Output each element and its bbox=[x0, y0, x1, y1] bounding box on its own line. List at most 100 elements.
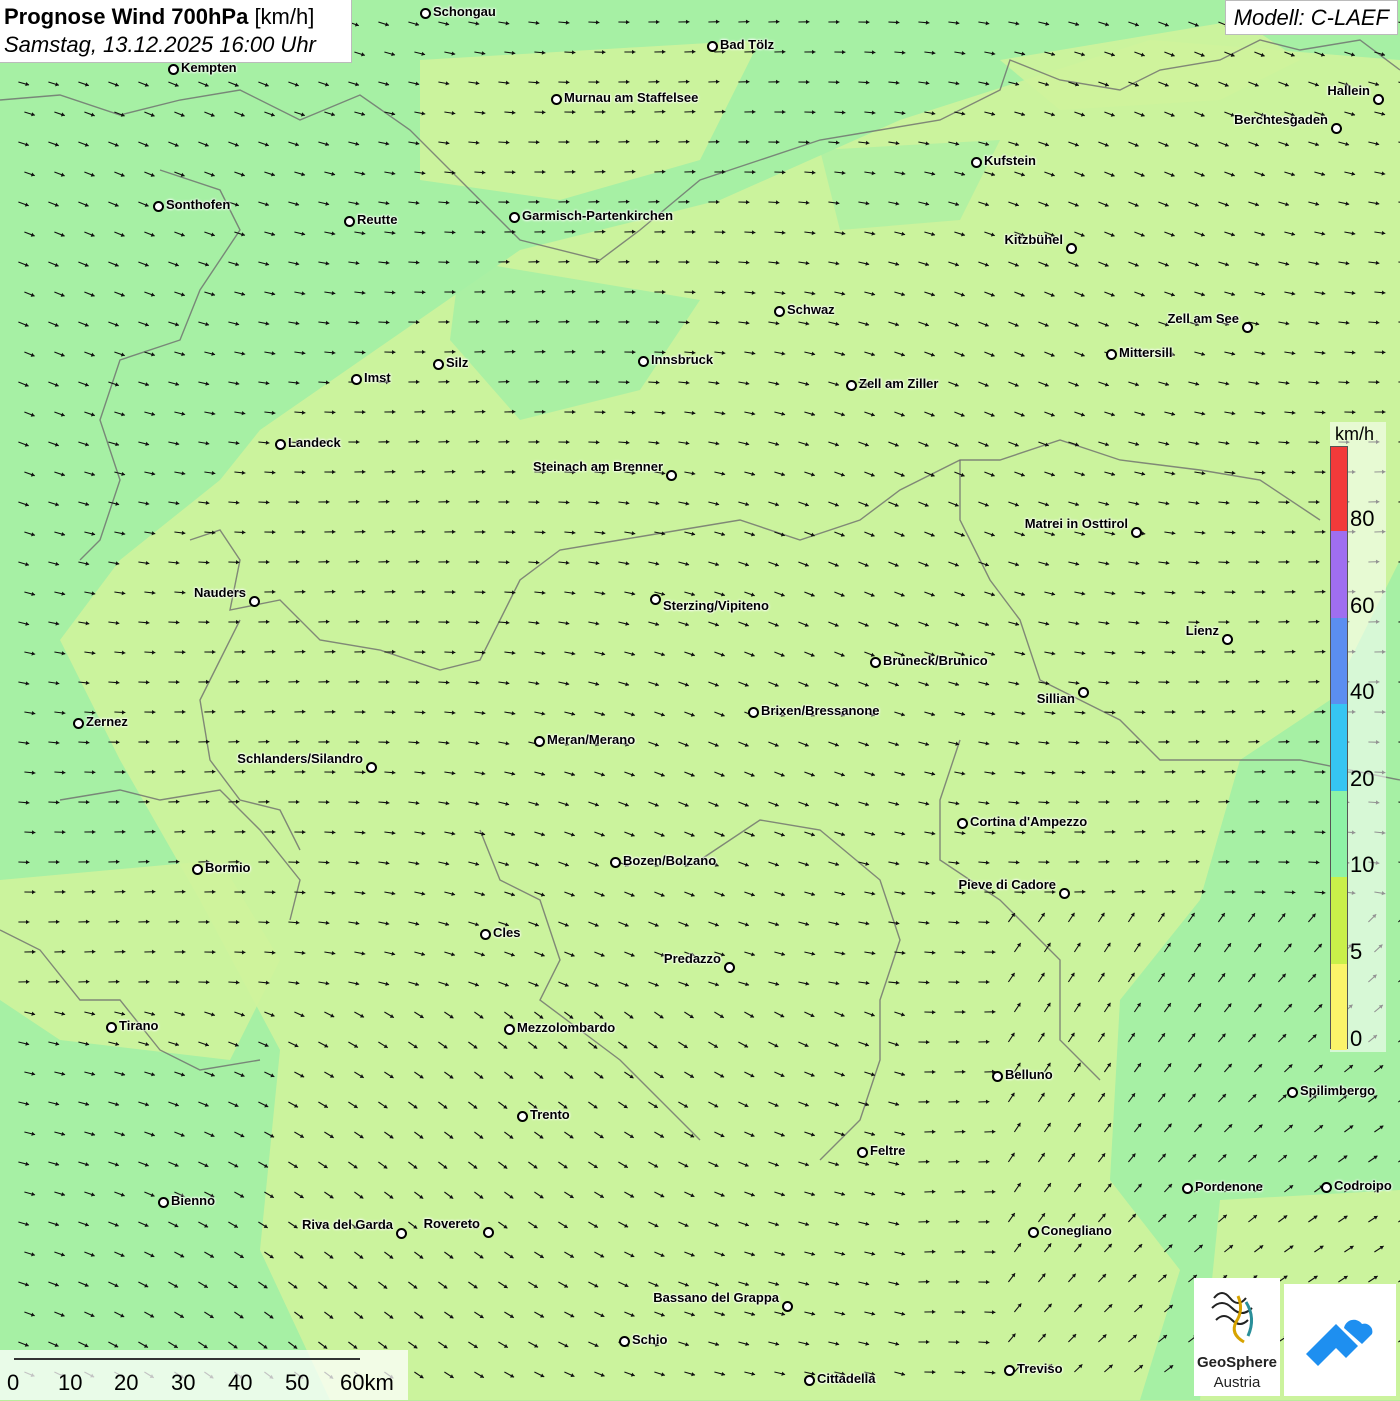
city-marker[interactable] bbox=[249, 596, 260, 607]
city-label: Zernez bbox=[86, 714, 128, 729]
city-label: Landeck bbox=[288, 435, 341, 450]
legend-label: 5 bbox=[1350, 939, 1362, 965]
city-label: Innsbruck bbox=[651, 352, 713, 367]
city-marker[interactable] bbox=[420, 8, 431, 19]
city-label: Schwaz bbox=[787, 302, 835, 317]
city-marker[interactable] bbox=[724, 962, 735, 973]
city-marker[interactable] bbox=[158, 1197, 169, 1208]
city-label: Cles bbox=[493, 925, 520, 940]
city-marker[interactable] bbox=[1131, 527, 1142, 538]
city-marker[interactable] bbox=[1059, 888, 1070, 899]
city-marker[interactable] bbox=[1078, 687, 1089, 698]
city-marker[interactable] bbox=[517, 1111, 528, 1122]
city-label: Schongau bbox=[433, 4, 496, 19]
city-label: Codroipo bbox=[1334, 1178, 1392, 1193]
city-marker[interactable] bbox=[275, 439, 286, 450]
mountain-cloud-icon bbox=[1284, 1284, 1396, 1396]
city-marker[interactable] bbox=[782, 1301, 793, 1312]
city-marker[interactable] bbox=[396, 1228, 407, 1239]
city-marker[interactable] bbox=[483, 1227, 494, 1238]
city-label: Pordenone bbox=[1195, 1179, 1263, 1194]
city-label: Steinach am Brenner bbox=[533, 459, 663, 474]
city-marker[interactable] bbox=[1321, 1182, 1332, 1193]
legend-swatch bbox=[1331, 618, 1347, 705]
city-marker[interactable] bbox=[804, 1375, 815, 1386]
city-label: Schlanders/Silandro bbox=[237, 751, 363, 766]
city-marker[interactable] bbox=[666, 470, 677, 481]
city-marker[interactable] bbox=[619, 1336, 630, 1347]
legend-color-bar bbox=[1330, 446, 1348, 1049]
city-marker[interactable] bbox=[534, 736, 545, 747]
city-marker[interactable] bbox=[551, 94, 562, 105]
legend-unit: km/h bbox=[1335, 424, 1374, 445]
city-label: Feltre bbox=[870, 1143, 905, 1158]
city-marker[interactable] bbox=[610, 857, 621, 868]
legend-label: 0 bbox=[1350, 1026, 1362, 1052]
city-marker[interactable] bbox=[748, 707, 759, 718]
legend-swatch bbox=[1331, 791, 1347, 878]
city-marker[interactable] bbox=[638, 356, 649, 367]
city-label: Pieve di Cadore bbox=[958, 877, 1056, 892]
city-marker[interactable] bbox=[992, 1071, 1003, 1082]
page-title: Prognose Wind 700hPa [km/h] bbox=[4, 3, 347, 31]
city-label: Silz bbox=[446, 355, 468, 370]
city-marker[interactable] bbox=[1222, 634, 1233, 645]
city-marker[interactable] bbox=[106, 1022, 117, 1033]
city-marker[interactable] bbox=[1066, 243, 1077, 254]
city-label: Conegliano bbox=[1041, 1223, 1112, 1238]
city-label: Kufstein bbox=[984, 153, 1036, 168]
city-marker[interactable] bbox=[504, 1024, 515, 1035]
city-marker[interactable] bbox=[971, 157, 982, 168]
city-label: Spilimbergo bbox=[1300, 1083, 1375, 1098]
city-label: Brixen/Bressanone bbox=[761, 703, 880, 718]
city-marker[interactable] bbox=[1182, 1183, 1193, 1194]
city-label: Belluno bbox=[1005, 1067, 1053, 1082]
title-unit: [km/h] bbox=[254, 4, 314, 29]
city-marker[interactable] bbox=[192, 864, 203, 875]
scale-line bbox=[14, 1358, 360, 1360]
city-marker[interactable] bbox=[153, 201, 164, 212]
city-marker[interactable] bbox=[650, 594, 661, 605]
scale-label: 60km bbox=[340, 1370, 394, 1396]
city-marker[interactable] bbox=[957, 818, 968, 829]
geosphere-logo[interactable]: GeoSphere Austria bbox=[1194, 1278, 1280, 1396]
city-marker[interactable] bbox=[1331, 123, 1342, 134]
city-marker[interactable] bbox=[509, 212, 520, 223]
legend-swatch bbox=[1331, 877, 1347, 964]
city-marker[interactable] bbox=[846, 380, 857, 391]
city-label: Bad Tölz bbox=[720, 37, 774, 52]
city-marker[interactable] bbox=[480, 929, 491, 940]
city-marker[interactable] bbox=[1242, 322, 1253, 333]
city-marker[interactable] bbox=[1106, 349, 1117, 360]
legend-swatch bbox=[1331, 447, 1347, 531]
color-legend: km/h 806040201050 bbox=[1330, 422, 1386, 1052]
city-marker[interactable] bbox=[73, 718, 84, 729]
app-logo[interactable] bbox=[1284, 1284, 1396, 1396]
city-label: Mittersill bbox=[1119, 345, 1172, 360]
city-label: Matrei in Osttirol bbox=[1025, 516, 1128, 531]
city-label: Meran/Merano bbox=[547, 732, 635, 747]
model-label: Modell: C-LAEF bbox=[1225, 0, 1398, 35]
city-marker[interactable] bbox=[1287, 1087, 1298, 1098]
legend-label: 40 bbox=[1350, 679, 1374, 705]
city-label: Garmisch-Partenkirchen bbox=[522, 208, 673, 223]
geosphere-logo-icon bbox=[1194, 1278, 1280, 1354]
city-marker[interactable] bbox=[1373, 94, 1384, 105]
city-label: Zell am See bbox=[1167, 311, 1239, 326]
city-label: Bienno bbox=[171, 1193, 215, 1208]
city-label: Rovereto bbox=[424, 1216, 480, 1231]
city-marker[interactable] bbox=[870, 657, 881, 668]
legend-label: 80 bbox=[1350, 506, 1374, 532]
city-label: Schio bbox=[632, 1332, 667, 1347]
city-marker[interactable] bbox=[857, 1147, 868, 1158]
city-marker[interactable] bbox=[344, 216, 355, 227]
city-marker[interactable] bbox=[1004, 1365, 1015, 1376]
city-marker[interactable] bbox=[433, 359, 444, 370]
scale-label: 30 bbox=[171, 1370, 195, 1396]
city-marker[interactable] bbox=[707, 41, 718, 52]
city-marker[interactable] bbox=[774, 306, 785, 317]
city-marker[interactable] bbox=[168, 64, 179, 75]
city-marker[interactable] bbox=[351, 374, 362, 385]
city-marker[interactable] bbox=[1028, 1227, 1039, 1238]
city-marker[interactable] bbox=[366, 762, 377, 773]
